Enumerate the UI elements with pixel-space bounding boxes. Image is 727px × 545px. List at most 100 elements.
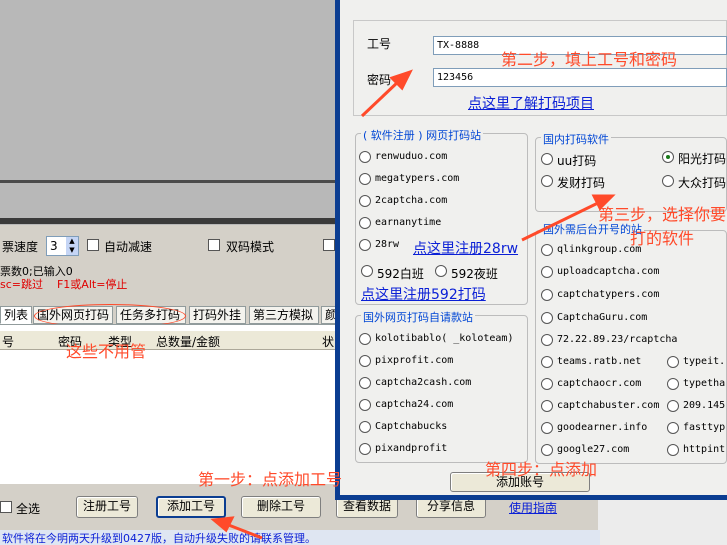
auto-slow-checkbox[interactable] bbox=[87, 239, 99, 251]
backend-site-item-label: fasttyp bbox=[683, 422, 726, 433]
web-site-item-label: 28rw bbox=[375, 239, 400, 250]
backend-site-item-radio[interactable] bbox=[541, 444, 553, 456]
backend-site-item-radio[interactable] bbox=[667, 444, 679, 456]
speed-value: 3 bbox=[50, 239, 58, 253]
backend-site-item-label: teams.ratb.net bbox=[557, 356, 642, 367]
speed-label: 票速度 bbox=[2, 240, 39, 254]
web-site-item-radio[interactable] bbox=[359, 195, 371, 207]
backend-site-item-radio[interactable] bbox=[541, 400, 553, 412]
password-input[interactable] bbox=[433, 68, 727, 87]
radio-yangguang[interactable] bbox=[662, 151, 674, 163]
self-pay-item-label: Captchabucks bbox=[375, 421, 448, 432]
self-pay-item-label: pixandprofit bbox=[375, 443, 448, 454]
self-pay-item-radio[interactable] bbox=[359, 443, 371, 455]
domestic-software-group-title: 国内打码软件 bbox=[541, 131, 611, 147]
web-site-item-label: renwuduo.com bbox=[375, 151, 448, 162]
radio-dazhong[interactable] bbox=[662, 175, 674, 187]
step1-annotation: 第一步：点添加工号 bbox=[198, 470, 343, 489]
backend-site-item-label: goodearner.info bbox=[557, 422, 648, 433]
backend-site-item-label: qlinkgroup.com bbox=[557, 244, 642, 255]
radio-592-night-label: 592夜班 bbox=[451, 267, 498, 281]
hotkeys-text: sc=跳过 F1或Alt=停止 bbox=[0, 278, 128, 291]
spinner-up-icon[interactable]: ▲ bbox=[66, 237, 78, 246]
radio-dazhong-label: 大众打码 bbox=[678, 176, 727, 190]
self-pay-item-radio[interactable] bbox=[359, 333, 371, 345]
radio-592-day-label: 592白班 bbox=[377, 267, 424, 281]
password-label: 密码 bbox=[367, 73, 392, 87]
step4-annotation: 第四步：点添加 bbox=[485, 460, 598, 479]
backend-site-item-label: uploadcaptcha.com bbox=[557, 266, 660, 277]
register-28rw-link[interactable]: 点这里注册28rw bbox=[413, 238, 518, 258]
radio-592-day[interactable] bbox=[361, 265, 373, 277]
register-592-link[interactable]: 点这里注册592打码 bbox=[361, 284, 486, 304]
backend-site-item-label: captchaocr.com bbox=[557, 378, 642, 389]
backend-site-item-radio[interactable] bbox=[541, 266, 553, 278]
register-id-button[interactable]: 注册工号 bbox=[76, 496, 138, 518]
web-site-item-radio[interactable] bbox=[359, 173, 371, 185]
step2-annotation: 第二步，填上工号和密码 bbox=[501, 50, 678, 69]
backend-site-item-radio[interactable] bbox=[541, 356, 553, 368]
self-pay-item-radio[interactable] bbox=[359, 399, 371, 411]
self-pay-item-label: captcha2cash.com bbox=[375, 377, 472, 388]
backend-site-item-label: typetha bbox=[683, 378, 726, 389]
add-id-button[interactable]: 添加工号 bbox=[156, 496, 226, 518]
self-pay-group-title: 国外网页打码自请款站 bbox=[361, 309, 475, 325]
backend-site-item-radio[interactable] bbox=[667, 378, 679, 390]
double-mode-checkbox[interactable] bbox=[208, 239, 220, 251]
radio-facai-label: 发财打码 bbox=[557, 176, 606, 190]
self-pay-item-radio[interactable] bbox=[359, 355, 371, 367]
backend-site-item-label: captchabuster.com bbox=[557, 400, 660, 411]
backend-site-item-label: 72.22.89.23/rcaptcha bbox=[557, 334, 678, 345]
self-pay-item-radio[interactable] bbox=[359, 377, 371, 389]
extra-checkbox[interactable] bbox=[323, 239, 335, 251]
backend-site-item-radio[interactable] bbox=[541, 244, 553, 256]
col-id[interactable]: 号 bbox=[2, 333, 14, 350]
account-table[interactable]: 号 密码 类型 总数量/金额 状 bbox=[0, 324, 340, 484]
top-gray-line bbox=[0, 180, 335, 183]
web-site-item-label: 2captcha.com bbox=[375, 195, 448, 206]
ignore-annotation: 这些不用管 bbox=[66, 342, 147, 361]
tab-plugin[interactable]: 打码外挂 bbox=[189, 306, 246, 324]
select-all-label: 全选 bbox=[16, 502, 41, 516]
learn-project-link[interactable]: 点这里了解打码项目 bbox=[468, 93, 594, 113]
backend-site-item-label: typeit. bbox=[683, 356, 726, 367]
backend-site-item-radio[interactable] bbox=[541, 334, 553, 346]
speed-spinner[interactable]: 3 ▲ ▼ bbox=[46, 236, 79, 256]
backend-site-item-radio[interactable] bbox=[541, 289, 553, 301]
web-site-item-label: megatypers.com bbox=[375, 173, 460, 184]
table-header: 号 密码 类型 总数量/金额 状 bbox=[0, 331, 340, 350]
self-pay-item-radio[interactable] bbox=[359, 421, 371, 433]
backend-site-item-radio[interactable] bbox=[667, 422, 679, 434]
spinner-down-icon[interactable]: ▼ bbox=[66, 246, 78, 255]
backend-site-item-label: captchatypers.com bbox=[557, 289, 660, 300]
radio-yangguang-label: 阳光打码 bbox=[678, 152, 727, 166]
tab-third-party[interactable]: 第三方模拟 bbox=[249, 306, 319, 324]
self-pay-item-label: kolotibablo( _koloteam) bbox=[375, 333, 514, 344]
radio-facai[interactable] bbox=[541, 175, 553, 187]
backend-site-item-radio[interactable] bbox=[667, 400, 679, 412]
delete-id-button[interactable]: 删除工号 bbox=[241, 496, 321, 518]
web-site-item-radio[interactable] bbox=[359, 217, 371, 229]
select-all-checkbox[interactable] bbox=[0, 501, 12, 513]
status-text: 软件将在今明两天升级到0427版，自动升级失败的请联系管理。 bbox=[2, 532, 316, 545]
web-site-item-radio[interactable] bbox=[359, 151, 371, 163]
backend-site-item-radio[interactable] bbox=[667, 356, 679, 368]
col-status[interactable]: 状 bbox=[322, 333, 334, 350]
double-mode-label: 双码模式 bbox=[226, 240, 275, 254]
self-pay-item-label: captcha24.com bbox=[375, 399, 454, 410]
backend-site-item-radio[interactable] bbox=[541, 378, 553, 390]
backend-site-item-label: 209.145 bbox=[683, 400, 726, 411]
guide-link[interactable]: 使用指南 bbox=[509, 499, 557, 516]
backend-site-item-label: httpint bbox=[683, 444, 726, 455]
self-pay-item-label: pixprofit.com bbox=[375, 355, 454, 366]
backend-site-item-radio[interactable] bbox=[541, 422, 553, 434]
backend-site-item-radio[interactable] bbox=[541, 312, 553, 324]
radio-uu[interactable] bbox=[541, 153, 553, 165]
col-amount[interactable]: 总数量/金额 bbox=[156, 333, 220, 350]
tab-list[interactable]: 列表 bbox=[0, 306, 32, 324]
radio-uu-label: uu打码 bbox=[557, 154, 597, 168]
radio-592-night[interactable] bbox=[435, 265, 447, 277]
id-label: 工号 bbox=[367, 37, 392, 51]
status-bar: 软件将在今明两天升级到0427版，自动升级失败的请联系管理。 bbox=[0, 530, 600, 545]
web-site-item-radio[interactable] bbox=[359, 239, 371, 251]
